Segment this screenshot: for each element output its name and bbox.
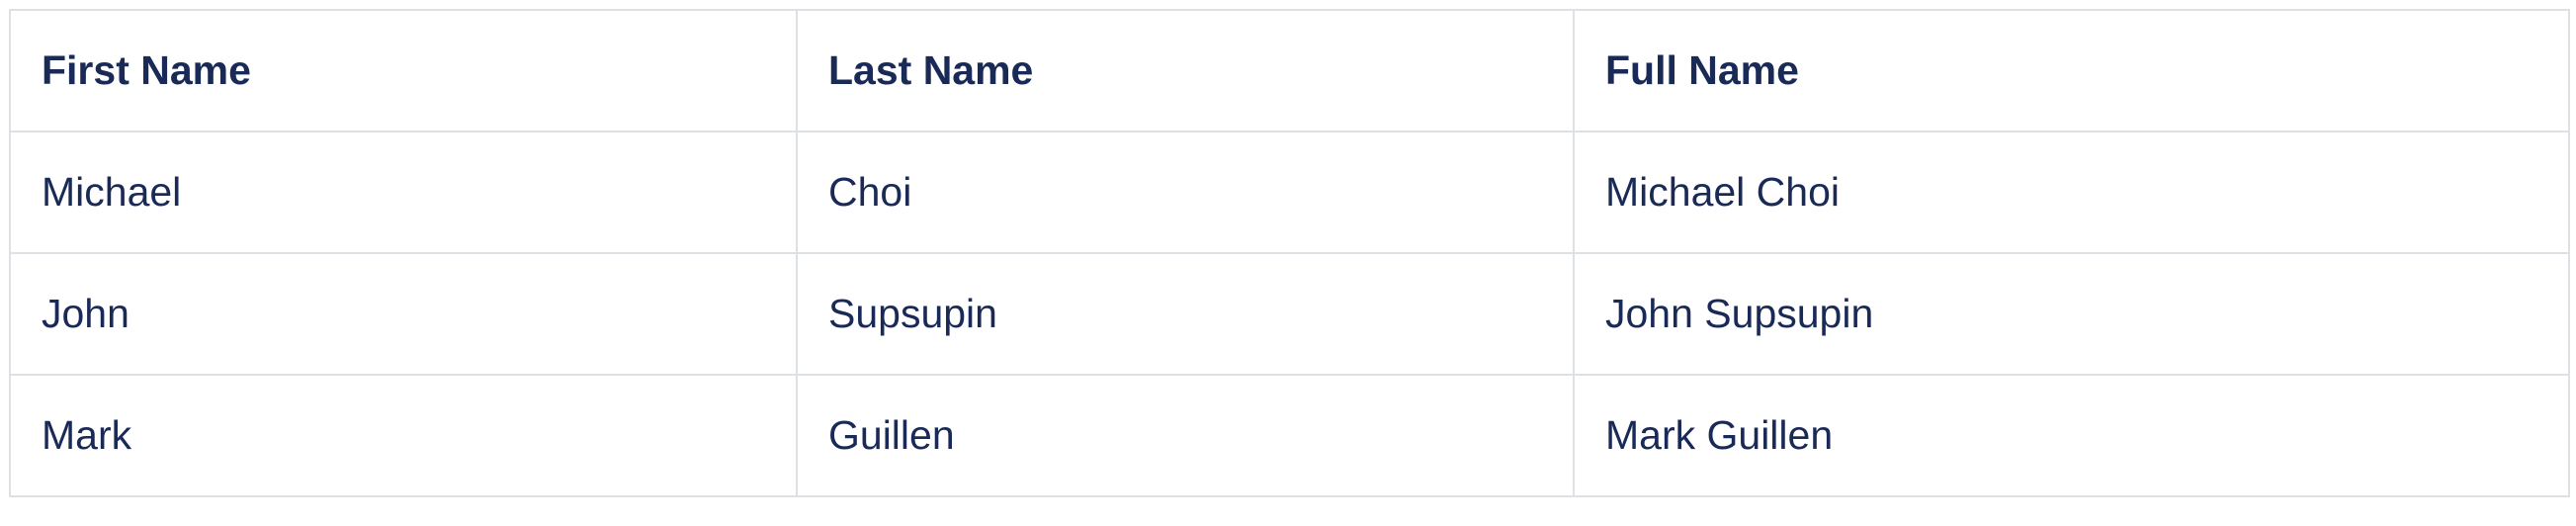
cell-last-name: Guillen xyxy=(796,374,1575,497)
header-last-name: Last Name xyxy=(796,9,1575,132)
names-table-container: First Name Last Name Full Name Michael C… xyxy=(9,9,2570,497)
cell-last-name: Choi xyxy=(796,131,1575,254)
header-first-name: First Name xyxy=(9,9,798,132)
table-row: John Supsupin John Supsupin xyxy=(9,252,2570,376)
names-table: First Name Last Name Full Name Michael C… xyxy=(9,9,2570,497)
header-full-name: Full Name xyxy=(1573,9,2570,132)
table-header: First Name Last Name Full Name xyxy=(9,9,2570,132)
table-row: Michael Choi Michael Choi xyxy=(9,131,2570,254)
table-row: Mark Guillen Mark Guillen xyxy=(9,374,2570,497)
cell-first-name: John xyxy=(9,252,798,376)
header-row: First Name Last Name Full Name xyxy=(9,9,2570,132)
cell-full-name: Mark Guillen xyxy=(1573,374,2570,497)
cell-full-name: John Supsupin xyxy=(1573,252,2570,376)
cell-full-name: Michael Choi xyxy=(1573,131,2570,254)
cell-first-name: Michael xyxy=(9,131,798,254)
table-body: Michael Choi Michael Choi John Supsupin … xyxy=(9,131,2570,497)
cell-first-name: Mark xyxy=(9,374,798,497)
cell-last-name: Supsupin xyxy=(796,252,1575,376)
